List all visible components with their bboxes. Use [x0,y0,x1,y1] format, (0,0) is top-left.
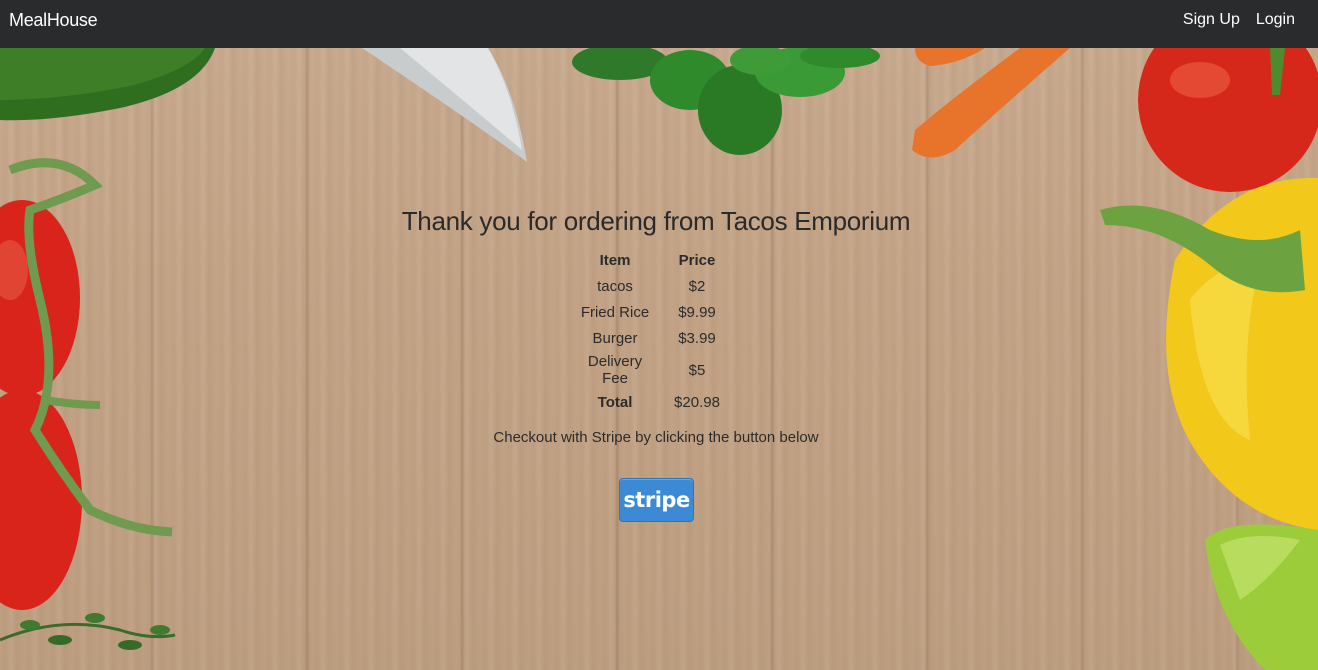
page: MealHouse Sign Up Login Thank you for or… [0,0,1318,670]
column-header-price: Price [678,251,716,269]
table-row: Burger $3.99 [572,325,736,351]
item-name: Delivery Fee [587,353,643,387]
item-price: $5 [688,361,706,379]
column-header-item: Item [599,251,631,269]
order-confirmation: Thank you for ordering from Tacos Empori… [0,0,1318,670]
table-row: Fried Rice $9.99 [572,299,736,325]
stripe-checkout-button[interactable]: stripe [619,478,694,522]
page-title: Thank you for ordering from Tacos Empori… [401,206,911,236]
navbar: MealHouse Sign Up Login [0,0,1318,48]
table-header-row: Item Price [572,247,736,273]
item-name: Burger [592,329,638,347]
total-value: $20.98 [674,393,720,411]
table-row: Delivery Fee $5 [572,351,736,389]
item-name: Fried Rice [580,303,650,321]
signup-link[interactable]: Sign Up [1183,11,1240,29]
item-price: $2 [688,277,706,295]
checkout-instructions: Checkout with Stripe by clicking the but… [493,429,819,446]
nav-links: Sign Up Login [1183,11,1295,29]
item-name: tacos [597,277,633,295]
item-price: $3.99 [678,329,716,347]
table-row: tacos $2 [572,273,736,299]
order-table: Item Price tacos $2 Fried Rice $9.99 Bur… [572,247,736,415]
brand-link[interactable]: MealHouse [9,10,98,31]
total-label: Total [597,393,633,411]
total-row: Total $20.98 [572,389,736,415]
login-link[interactable]: Login [1256,11,1295,29]
item-price: $9.99 [678,303,716,321]
